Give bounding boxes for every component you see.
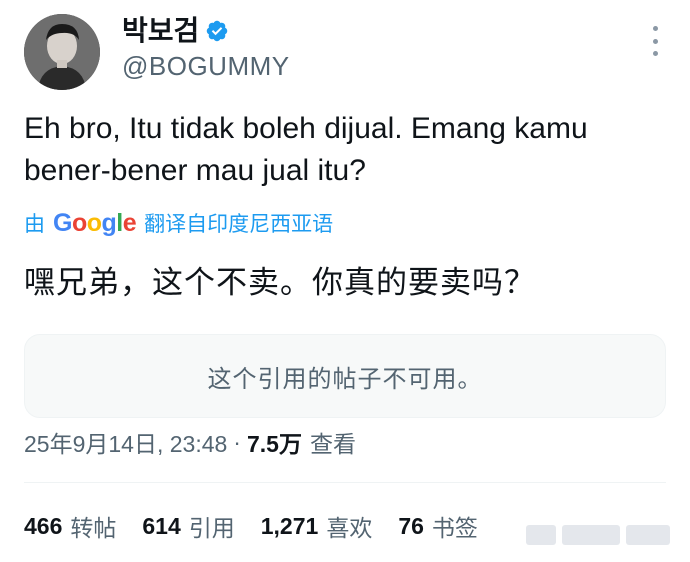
display-name[interactable]: 박보검 [122,14,199,48]
bookmarks-label: 书签 [431,515,478,541]
translation-attribution[interactable]: 由 Google 翻译自印度尼西亚语 [24,208,333,238]
more-dot [652,38,658,44]
watermark [526,522,676,548]
tweet-meta: 25年9月14日, 23:48 · 7.5万 查看 [24,424,356,460]
avatar[interactable] [24,14,100,90]
likes-label: 喜欢 [326,515,373,541]
bookmarks-stat[interactable]: 76 书签 [398,509,478,543]
meta-separator: · [233,428,241,455]
likes-count: 1,271 [260,512,319,539]
divider [24,482,666,483]
name-row: 박보검 [122,14,290,48]
tweet-text: Eh bro, Itu tidak boleh dijual. Emang ka… [24,112,588,187]
quote-unavailable-text: 这个引用的帖子不可用。 [207,365,483,393]
more-options-icon[interactable] [646,26,664,56]
bookmarks-count: 76 [398,512,424,539]
more-dot [652,51,658,56]
translate-suffix: 翻译自印度尼西亚语 [144,213,334,236]
google-logo: Google [53,208,137,237]
verified-badge-icon [205,19,229,43]
more-dot [652,26,658,31]
likes-stat[interactable]: 1,271 喜欢 [261,509,373,543]
translated-text: 嘿兄弟，这个不卖。你真的要卖吗？ [24,265,536,300]
user-info[interactable]: 박보검 @BOGUMMY [122,14,290,82]
quotes-stat[interactable]: 614 引用 [142,509,234,543]
translate-prefix: 由 [24,213,45,236]
reposts-label: 转帖 [70,515,117,541]
watermark-block [562,525,620,545]
watermark-block [526,525,556,545]
views-label: 查看 [309,431,356,457]
timestamp[interactable]: 25年9月14日, 23:48 [24,425,227,459]
quotes-label: 引用 [188,515,235,541]
reposts-stat[interactable]: 466 转帖 [24,509,116,543]
engagement-stats: 466 转帖 614 引用 1,271 喜欢 76 书签 [24,508,504,544]
views-count: 7.5万 [246,431,302,457]
quotes-count: 614 [142,512,181,539]
quoted-post-unavailable: 这个引用的帖子不可用。 [24,334,666,418]
user-handle[interactable]: @BOGUMMY [122,50,290,82]
watermark-block [626,525,670,545]
reposts-count: 466 [24,512,63,539]
avatar-image [24,14,100,90]
